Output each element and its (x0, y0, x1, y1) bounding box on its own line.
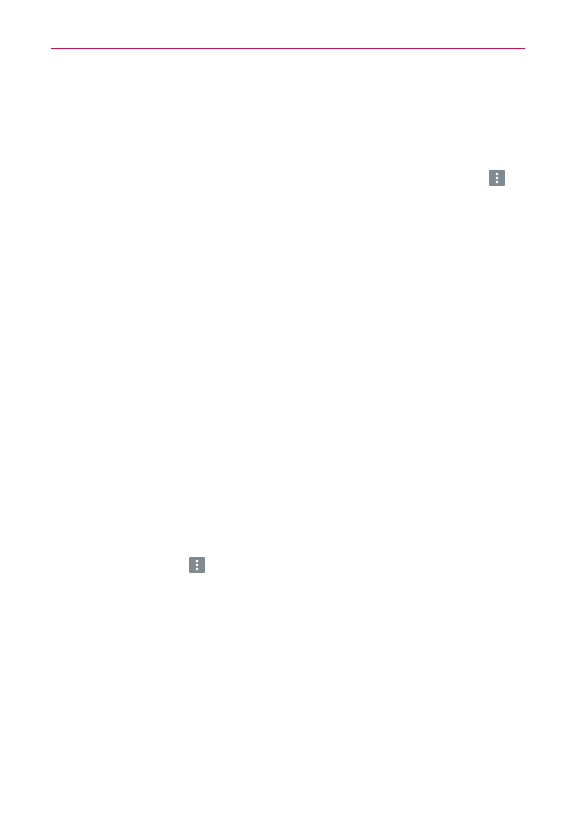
more-options-icon[interactable] (189, 557, 205, 573)
header-divider (51, 48, 525, 49)
more-options-icon[interactable] (489, 170, 505, 186)
